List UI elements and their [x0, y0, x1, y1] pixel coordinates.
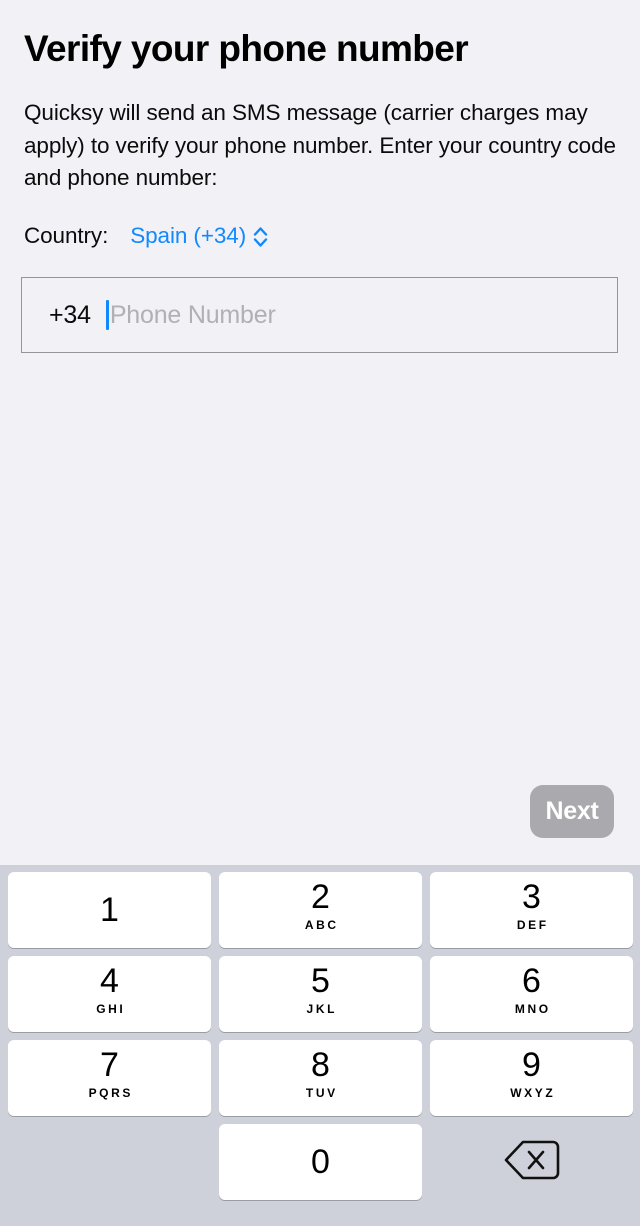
keypad-cell: 7 PQRS — [8, 1040, 211, 1116]
keypad-cell: 9 WXYZ — [430, 1040, 633, 1116]
key-letters: WXYZ — [508, 1086, 556, 1100]
key-2[interactable]: 2 ABC — [219, 872, 422, 948]
keypad-cell: 4 GHI — [8, 956, 211, 1032]
keypad-row: 0 — [0, 1124, 640, 1200]
chevron-up-down-icon — [253, 224, 268, 250]
phone-number-input[interactable]: +34 Phone Number — [21, 277, 618, 353]
keypad-row: 7 PQRS 8 TUV 9 WXYZ — [0, 1040, 640, 1116]
key-9[interactable]: 9 WXYZ — [430, 1040, 633, 1116]
page-title: Verify your phone number — [24, 26, 624, 72]
key-letters: PQRS — [86, 1086, 133, 1100]
key-digit: 3 — [522, 877, 541, 917]
backspace-icon — [503, 1138, 561, 1187]
keypad-cell: 2 ABC — [219, 872, 422, 948]
key-4[interactable]: 4 GHI — [8, 956, 211, 1032]
next-button[interactable]: Next — [530, 785, 614, 838]
content-area: Verify your phone number Quicksy will se… — [0, 0, 640, 865]
country-label: Country: — [24, 223, 108, 249]
keypad-cell: 6 MNO — [430, 956, 633, 1032]
dial-code-prefix: +34 — [49, 301, 91, 330]
key-letters: GHI — [94, 1002, 126, 1016]
key-3[interactable]: 3 DEF — [430, 872, 633, 948]
keypad-row: 4 GHI 5 JKL 6 MNO — [0, 956, 640, 1032]
key-digit: 9 — [522, 1045, 541, 1085]
backspace-key[interactable] — [430, 1124, 633, 1200]
key-digit: 1 — [100, 890, 119, 930]
key-0[interactable]: 0 — [219, 1124, 422, 1200]
key-letters: JKL — [304, 1002, 337, 1016]
key-letters: TUV — [303, 1086, 337, 1100]
key-digit: 5 — [311, 961, 330, 1001]
key-5[interactable]: 5 JKL — [219, 956, 422, 1032]
keypad-row: 1 2 ABC 3 DEF — [0, 872, 640, 948]
key-7[interactable]: 7 PQRS — [8, 1040, 211, 1116]
key-digit: 4 — [100, 961, 119, 1001]
text-caret — [106, 300, 109, 330]
key-digit: 7 — [100, 1045, 119, 1085]
keypad-cell: 0 — [219, 1124, 422, 1200]
keypad-cell: 8 TUV — [219, 1040, 422, 1116]
keypad-empty-cell — [8, 1124, 211, 1200]
key-digit: 8 — [311, 1045, 330, 1085]
key-letters: MNO — [512, 1002, 550, 1016]
keypad-cell: 3 DEF — [430, 872, 633, 948]
key-6[interactable]: 6 MNO — [430, 956, 633, 1032]
phone-verification-screen: Verify your phone number Quicksy will se… — [0, 0, 640, 1226]
keypad-cell — [430, 1124, 633, 1200]
key-digit: 6 — [522, 961, 541, 1001]
key-digit: 2 — [311, 877, 330, 917]
key-letters: ABC — [302, 918, 338, 932]
keypad-cell: 5 JKL — [219, 956, 422, 1032]
key-digit: 0 — [311, 1142, 330, 1182]
intro-description: Quicksy will send an SMS message (carrie… — [24, 97, 618, 195]
key-8[interactable]: 8 TUV — [219, 1040, 422, 1116]
keypad-cell: 1 — [8, 872, 211, 948]
key-1[interactable]: 1 — [8, 872, 211, 948]
country-row: Country: Spain (+34) — [24, 219, 268, 253]
key-letters: DEF — [514, 918, 548, 932]
phone-input-placeholder: Phone Number — [110, 301, 276, 330]
country-selected-value: Spain (+34) — [130, 223, 246, 249]
country-picker[interactable]: Spain (+34) — [130, 223, 268, 250]
keypad-spacer — [8, 1124, 211, 1200]
numeric-keypad: 1 2 ABC 3 DEF 4 GHI — [0, 865, 640, 1226]
